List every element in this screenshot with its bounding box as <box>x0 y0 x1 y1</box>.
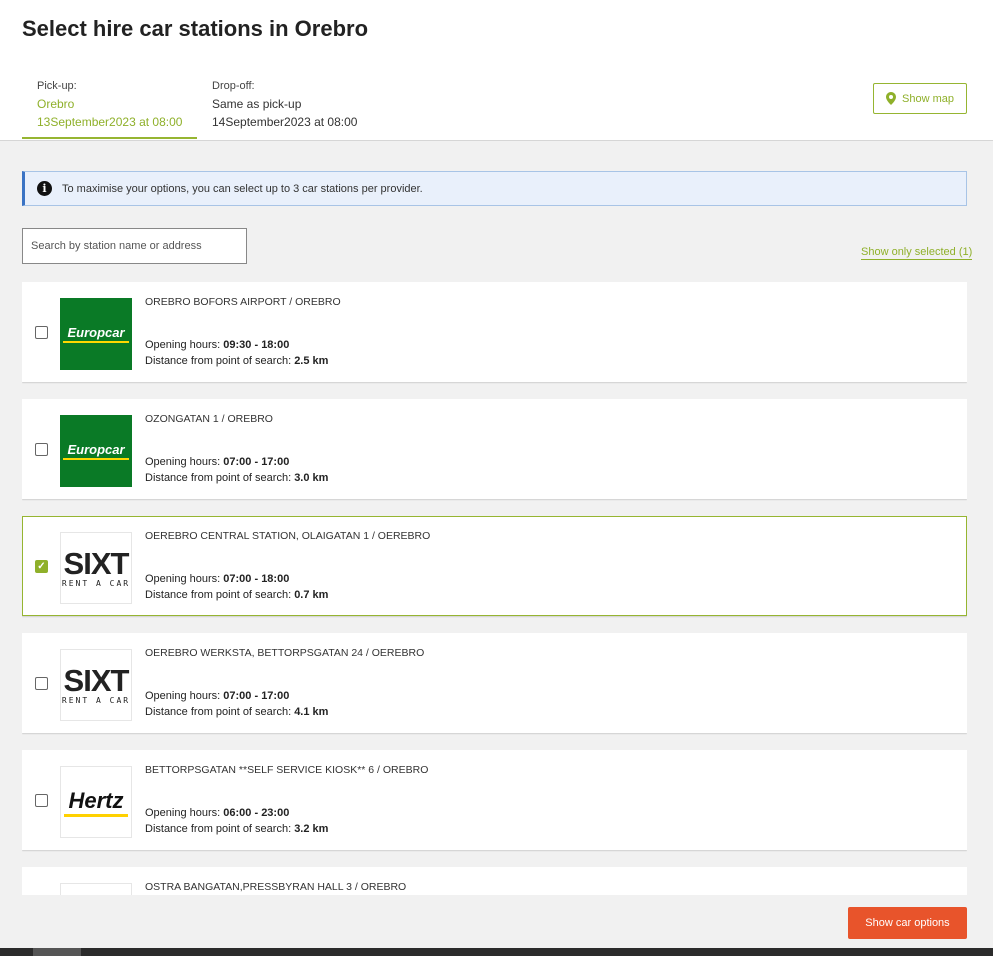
station-hours: Opening hours: 07:00 - 18:00 <box>145 573 289 585</box>
europcar-logo: Europcar <box>60 298 132 370</box>
sixt-logo-text: SIXT <box>63 545 130 581</box>
station-checkbox[interactable] <box>35 443 48 456</box>
distance-label: Distance from point of search: <box>145 589 295 601</box>
station-card[interactable]: Europcar OZONGATAN 1 / OREBRO Opening ho… <box>22 399 967 499</box>
station-distance: Distance from point of search: 4.1 km <box>145 706 328 718</box>
map-pin-icon <box>886 92 896 105</box>
hours-value: 06:00 - 23:00 <box>223 807 290 819</box>
station-card-selected[interactable]: ✓ SIXT RENT A CAR OEREBRO CENTRAL STATIO… <box>22 516 967 616</box>
distance-label: Distance from point of search: <box>145 355 295 367</box>
sixt-logo-subtext: RENT A CAR <box>61 578 131 588</box>
station-distance: Distance from point of search: 3.2 km <box>145 823 328 835</box>
station-hours: Opening hours: 09:30 - 18:00 <box>145 339 289 351</box>
hertz-logo: Hertz <box>60 766 132 838</box>
page-title: Select hire car stations in Orebro <box>22 16 368 42</box>
station-card[interactable]: Hertz BETTORPSGATAN **SELF SERVICE KIOSK… <box>22 750 967 850</box>
dropoff-location: Same as pick-up <box>212 97 302 111</box>
sixt-logo: SIXT RENT A CAR <box>60 649 132 721</box>
hours-label: Opening hours: <box>145 573 224 585</box>
hours-value: 07:00 - 17:00 <box>223 690 290 702</box>
station-checkbox-checked[interactable]: ✓ <box>35 560 48 573</box>
station-name: OZONGATAN 1 / OREBRO <box>145 413 273 425</box>
station-search-input[interactable] <box>22 228 247 264</box>
station-name: BETTORPSGATAN **SELF SERVICE KIOSK** 6 /… <box>145 764 429 776</box>
show-map-button[interactable]: Show map <box>873 83 967 114</box>
station-hours: Opening hours: 07:00 - 17:00 <box>145 690 289 702</box>
sixt-logo-text: SIXT <box>63 662 130 698</box>
hours-label: Opening hours: <box>145 807 224 819</box>
show-car-options-button[interactable]: Show car options <box>848 907 967 939</box>
distance-label: Distance from point of search: <box>145 823 295 835</box>
sixt-logo: SIXT RENT A CAR <box>60 532 132 604</box>
dropoff-label: Drop-off: <box>212 80 255 92</box>
station-list: Europcar OREBRO BOFORS AIRPORT / OREBRO … <box>22 282 967 895</box>
station-hours: Opening hours: 07:00 - 17:00 <box>145 456 289 468</box>
station-name: OSTRA BANGATAN,PRESSBYRAN HALL 3 / OREBR… <box>145 881 407 893</box>
distance-value: 3.0 km <box>294 472 329 484</box>
station-distance: Distance from point of search: 0.7 km <box>145 589 328 601</box>
station-checkbox[interactable] <box>35 326 48 339</box>
sixt-logo-subtext: RENT A CAR <box>61 695 131 705</box>
hours-value: 09:30 - 18:00 <box>223 339 290 351</box>
pickup-datetime: 13September2023 at 08:00 <box>37 115 183 129</box>
info-banner: i To maximise your options, you can sele… <box>22 171 967 206</box>
hours-label: Opening hours: <box>145 339 224 351</box>
station-name: OREBRO BOFORS AIRPORT / OREBRO <box>145 296 341 308</box>
station-card[interactable]: Europcar OREBRO BOFORS AIRPORT / OREBRO … <box>22 282 967 382</box>
pickup-location: Orebro <box>37 97 75 111</box>
bottom-strip <box>0 948 993 956</box>
station-card[interactable]: OSTRA BANGATAN,PRESSBYRAN HALL 3 / OREBR… <box>22 867 967 895</box>
station-card[interactable]: SIXT RENT A CAR OEREBRO WERKSTA, BETTORP… <box>22 633 967 733</box>
info-text: To maximise your options, you can select… <box>62 182 423 195</box>
title-prefix: Select hire car stations in <box>22 16 295 41</box>
info-icon: i <box>37 181 52 196</box>
station-distance: Distance from point of search: 3.0 km <box>145 472 328 484</box>
hours-value: 07:00 - 18:00 <box>223 573 290 585</box>
provider-logo <box>60 883 132 895</box>
europcar-logo-text: Europcar <box>67 442 125 457</box>
europcar-logo: Europcar <box>60 415 132 487</box>
page-header: Select hire car stations in Orebro Pick-… <box>0 0 993 141</box>
distance-value: 4.1 km <box>294 706 329 718</box>
distance-value: 2.5 km <box>294 355 329 367</box>
hours-value: 07:00 - 17:00 <box>223 456 290 468</box>
station-name: OEREBRO WERKSTA, BETTORPSGATAN 24 / OERE… <box>145 647 425 659</box>
station-checkbox[interactable] <box>35 677 48 690</box>
pickup-tab[interactable]: Pick-up: Orebro 13September2023 at 08:00 <box>22 77 197 139</box>
hours-label: Opening hours: <box>145 456 224 468</box>
distance-label: Distance from point of search: <box>145 706 295 718</box>
station-hours: Opening hours: 06:00 - 23:00 <box>145 807 289 819</box>
hertz-logo-text: Hertz <box>68 787 124 813</box>
station-distance: Distance from point of search: 2.5 km <box>145 355 328 367</box>
pickup-label: Pick-up: <box>37 80 77 92</box>
europcar-logo-text: Europcar <box>67 325 125 340</box>
title-city: Orebro <box>294 16 369 41</box>
station-name: OEREBRO CENTRAL STATION, OLAIGATAN 1 / O… <box>145 530 431 542</box>
dropoff-tab[interactable]: Drop-off: Same as pick-up 14September202… <box>212 77 357 131</box>
show-only-selected-link[interactable]: Show only selected (1) <box>861 246 973 260</box>
show-map-label: Show map <box>902 92 954 105</box>
distance-label: Distance from point of search: <box>145 472 295 484</box>
hours-label: Opening hours: <box>145 690 224 702</box>
distance-value: 3.2 km <box>294 823 329 835</box>
distance-value: 0.7 km <box>294 589 329 601</box>
station-checkbox[interactable] <box>35 794 48 807</box>
dropoff-datetime: 14September2023 at 08:00 <box>212 115 358 129</box>
